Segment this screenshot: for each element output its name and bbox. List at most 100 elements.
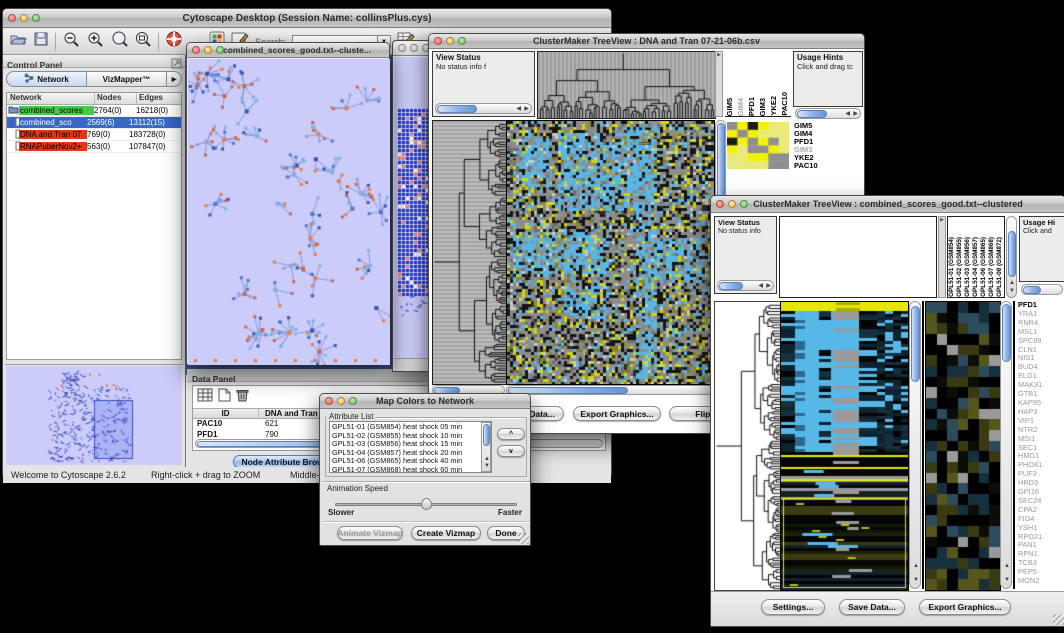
network-table-header[interactable]: Network Nodes Edges [7,93,181,105]
animation-speed-slider[interactable] [335,498,517,510]
attribute-down-button[interactable]: v [497,445,525,457]
attribute-listbox[interactable]: GPL51-01 (GSM854) heat shock 05 minGPL51… [329,421,492,473]
zoom-out-icon[interactable] [62,30,80,53]
network-name: combined_scores [19,106,94,115]
minimize-button[interactable] [446,37,454,45]
zoom-in-icon[interactable] [86,30,104,53]
close-button[interactable] [325,397,333,405]
network-edges: 16218(0) [136,106,181,115]
attribute-item[interactable]: GPL51-07 (GSM868) heat shock 60 min [332,466,479,473]
treeview-combined-window: ClusterMaker TreeView : combined_scores_… [710,195,1064,627]
animate-vizmap-button[interactable]: Animate Vizmap [337,526,403,540]
tv2-column-dendrogram[interactable] [779,216,937,298]
close-button[interactable] [434,37,442,45]
resize-grip[interactable] [1053,614,1064,625]
zoom-selected-icon[interactable] [110,30,128,53]
minimize-button[interactable] [204,46,212,54]
tv2-row-dendrogram[interactable] [714,301,781,591]
gene-label[interactable]: MON2 [1018,577,1064,586]
close-button[interactable] [716,200,724,208]
network-overview[interactable] [5,364,183,465]
main-titlebar[interactable]: Cytoscape Desktop (Session Name: collins… [3,9,611,28]
network-view-titlebar[interactable]: combined_scores_good.txt--cluste... [187,43,389,58]
treeview-dna-titlebar[interactable]: ClusterMaker TreeView : DNA and Tran 07-… [429,34,864,49]
tv2-zoom-vscroll[interactable]: ▲▼ [1000,301,1012,589]
tv2-usage-text: Click and [1020,227,1064,236]
tv2-heatmap-vscroll[interactable]: ▲▼ [909,301,921,589]
document-icon [7,129,19,141]
tv1-usage-scrollbar[interactable]: ◀▶ [795,108,861,119]
tv1-col-label: YKE2 [769,96,780,116]
help-icon[interactable] [165,30,183,53]
save-session-icon[interactable] [33,31,49,52]
open-session-icon[interactable] [9,31,27,52]
tab-more[interactable]: ▶ [167,71,182,87]
network-row[interactable]: combined_sco2569(6)13112(15) [7,117,181,129]
tv1-export-graphics-button[interactable]: Export Graphics... [573,406,661,421]
tv1-column-dendrogram[interactable] [537,51,716,119]
tv1-col-label: GIM4 [736,98,747,116]
create-vizmap-button[interactable]: Create Vizmap [411,526,481,540]
zoom-button[interactable] [32,14,40,22]
treeview-combined-titlebar[interactable]: ClusterMaker TreeView : combined_scores_… [711,196,1064,213]
attribute-up-button[interactable]: ^ [497,428,525,440]
network-canvas[interactable] [188,59,390,365]
close-button[interactable] [8,14,16,22]
attribute-item[interactable]: GPL51-06 (GSM865) heat shock 40 min [332,457,479,466]
zoom-button[interactable] [216,46,224,54]
map-dialog-titlebar[interactable]: Map Colors to Network [320,394,530,409]
tv2-settings-button[interactable]: Settings... [761,599,825,615]
delete-attribute-icon[interactable] [236,388,249,407]
tv1-usage-text: Click and drag tc [794,62,862,71]
attribute-item[interactable]: GPL51-04 (GSM857) heat shock 20 min [332,449,479,458]
zoom-button[interactable] [349,397,357,405]
tv1-zoom-matrix[interactable] [727,122,789,169]
attribute-items: GPL51-01 (GSM854) heat shock 05 minGPL51… [332,423,479,473]
close-button[interactable] [192,46,200,54]
minimize-button[interactable] [337,397,345,405]
attribute-table-icon[interactable] [197,388,213,407]
minimize-button[interactable] [20,14,28,22]
tv1-view-status-panel: View Status No status info f ◀▶ [432,51,535,117]
network-name: combined_sco [19,118,87,127]
network-row[interactable]: RNAPuberNov2+563(0)107847(0) [7,141,181,153]
attribute-list-vscroll[interactable]: ▲▼ [481,422,491,472]
tv1-status-scrollbar[interactable]: ◀▶ [435,103,532,114]
minimize-button[interactable] [728,200,736,208]
network-row[interactable]: DNA and Tran 07769(0)183728(0) [7,129,181,141]
tv1-row-label[interactable]: PAC10 [794,162,862,170]
status-zoom-hint: Right-click + drag to ZOOM [151,470,260,480]
tv2-heatmap[interactable] [780,301,909,591]
tv2-usage-scrollbar[interactable] [1021,284,1063,295]
new-attribute-icon[interactable] [218,388,231,407]
slider-thumb[interactable] [421,498,432,510]
tv2-export-graphics-button[interactable]: Export Graphics... [919,599,1011,615]
tab-vizmapper[interactable]: VizMapper™ [87,71,167,87]
zoom-button[interactable] [458,37,466,45]
tv2-save-data-button[interactable]: Save Data... [839,599,905,615]
tv2-collabel-vscroll[interactable]: ▲▼ [1006,216,1017,298]
tv1-heatmap-hscroll[interactable]: ◀▶ [506,385,726,395]
animation-speed-label: Animation Speed [327,484,388,493]
network-nodes: 563(0) [87,142,129,151]
zoom-button[interactable] [740,200,748,208]
document-icon [7,141,19,153]
tv2-column-labels: GPL51-01 (GSM854)GPL51-02 (GSM855)GPL51-… [947,216,1005,298]
tv1-view-status-text: No status info f [433,62,534,71]
tv1-heatmap[interactable] [506,120,715,385]
tv2-status-scrollbar[interactable]: ◀▶ [717,280,774,291]
zoom-fit-icon[interactable] [134,30,152,53]
attribute-item[interactable]: GPL51-02 (GSM855) heat shock 10 min [332,432,479,441]
tv2-zoom-heatmap[interactable] [925,301,1001,591]
tab-network[interactable]: Network [6,71,87,87]
tv2-usage-hints-panel: Usage Hi Click and [1019,216,1064,282]
network-row[interactable]: combined_scores2764(0)16218(0) [7,105,181,117]
attribute-item[interactable]: GPL51-03 (GSM856) heat shock 15 min [332,440,479,449]
document-icon [7,117,19,129]
tv2-view-status-text: No status info [715,227,776,236]
attribute-item[interactable]: GPL51-01 (GSM854) heat shock 05 min [332,423,479,432]
resize-grip[interactable] [518,533,529,544]
network-tab-icon [24,73,34,85]
tv2-col-label: GPL51-02 (GSM855) [956,237,964,297]
tv1-row-dendrogram[interactable] [432,120,507,385]
